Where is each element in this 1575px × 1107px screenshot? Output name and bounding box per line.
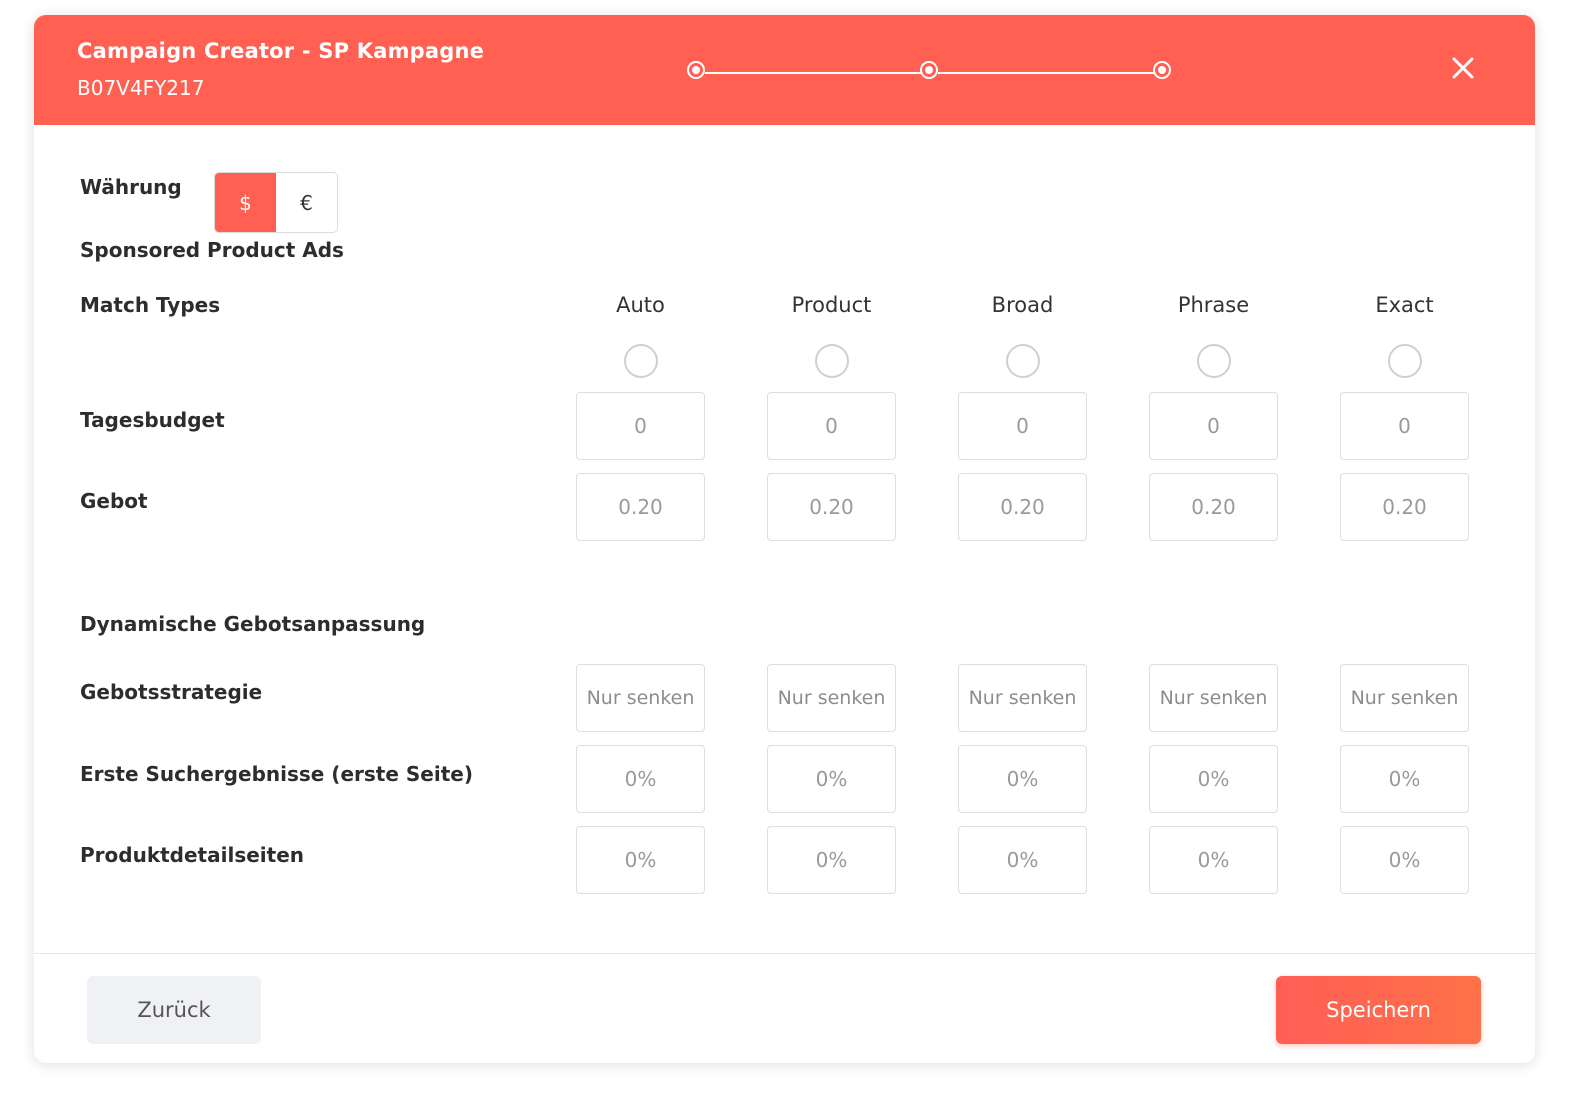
column-header-auto: Auto — [616, 293, 665, 317]
save-button[interactable]: Speichern — [1276, 976, 1481, 1044]
gebot-input-auto[interactable]: 0.20 — [576, 473, 705, 541]
gebotsstrategie-select-phrase[interactable]: Nur senken — [1149, 664, 1278, 732]
tagesbudget-input-broad[interactable]: 0 — [958, 392, 1087, 460]
top-of-search-input-exact[interactable]: 0% — [1340, 745, 1469, 813]
back-button[interactable]: Zurück — [87, 976, 261, 1044]
step-2-indicator[interactable] — [920, 61, 938, 79]
gebot-label: Gebot — [80, 489, 148, 513]
close-icon[interactable] — [1448, 53, 1478, 83]
gebotsstrategie-select-auto[interactable]: Nur senken — [576, 664, 705, 732]
radio-exact[interactable] — [1388, 344, 1422, 378]
top-of-search-input-phrase[interactable]: 0% — [1149, 745, 1278, 813]
step-3-indicator[interactable] — [1153, 61, 1171, 79]
section-sponsored-product-ads: Sponsored Product Ads — [80, 238, 344, 262]
top-of-search-input-broad[interactable]: 0% — [958, 745, 1087, 813]
radio-phrase[interactable] — [1197, 344, 1231, 378]
modal-header: Campaign Creator - SP Kampagne B07V4FY21… — [34, 15, 1535, 125]
column-header-phrase: Phrase — [1177, 293, 1250, 317]
stepper-connector-1 — [705, 72, 928, 74]
gebotsstrategie-select-product[interactable]: Nur senken — [767, 664, 896, 732]
radio-auto[interactable] — [624, 344, 658, 378]
gebot-input-exact[interactable]: 0.20 — [1340, 473, 1469, 541]
column-header-exact: Exact — [1375, 293, 1434, 317]
radio-broad[interactable] — [1006, 344, 1040, 378]
modal-title: Campaign Creator - SP Kampagne — [77, 39, 485, 63]
gebotsstrategie-select-exact[interactable]: Nur senken — [1340, 664, 1469, 732]
radio-product[interactable] — [815, 344, 849, 378]
produktdetailseiten-label: Produktdetailseiten — [80, 843, 305, 867]
gebotsstrategie-select-broad[interactable]: Nur senken — [958, 664, 1087, 732]
currency-usd-button[interactable]: $ — [215, 173, 276, 232]
product-pages-input-product[interactable]: 0% — [767, 826, 896, 894]
column-header-product: Product — [791, 293, 872, 317]
tagesbudget-input-exact[interactable]: 0 — [1340, 392, 1469, 460]
tagesbudget-input-phrase[interactable]: 0 — [1149, 392, 1278, 460]
product-pages-input-broad[interactable]: 0% — [958, 826, 1087, 894]
section-dynamic-bidding: Dynamische Gebotsanpassung — [80, 612, 426, 636]
erste-suchergebnisse-label: Erste Suchergebnisse (erste Seite) — [80, 762, 473, 786]
footer-divider — [34, 953, 1535, 954]
stepper-connector-2 — [938, 72, 1161, 74]
match-types-label: Match Types — [80, 293, 221, 317]
product-asin: B07V4FY217 — [77, 76, 205, 100]
top-of-search-input-auto[interactable]: 0% — [576, 745, 705, 813]
product-pages-input-phrase[interactable]: 0% — [1149, 826, 1278, 894]
currency-label: Währung — [80, 175, 182, 199]
gebot-input-product[interactable]: 0.20 — [767, 473, 896, 541]
top-of-search-input-product[interactable]: 0% — [767, 745, 896, 813]
gebot-input-phrase[interactable]: 0.20 — [1149, 473, 1278, 541]
product-pages-input-exact[interactable]: 0% — [1340, 826, 1469, 894]
gebot-input-broad[interactable]: 0.20 — [958, 473, 1087, 541]
tagesbudget-input-auto[interactable]: 0 — [576, 392, 705, 460]
tagesbudget-label: Tagesbudget — [80, 408, 225, 432]
column-header-broad: Broad — [991, 293, 1054, 317]
currency-toggle: $ € — [214, 172, 338, 233]
product-pages-input-auto[interactable]: 0% — [576, 826, 705, 894]
tagesbudget-input-product[interactable]: 0 — [767, 392, 896, 460]
step-1-indicator[interactable] — [687, 61, 705, 79]
currency-eur-button[interactable]: € — [276, 173, 337, 232]
gebotsstrategie-label: Gebotsstrategie — [80, 680, 263, 704]
campaign-creator-modal: Campaign Creator - SP Kampagne B07V4FY21… — [34, 15, 1535, 1063]
